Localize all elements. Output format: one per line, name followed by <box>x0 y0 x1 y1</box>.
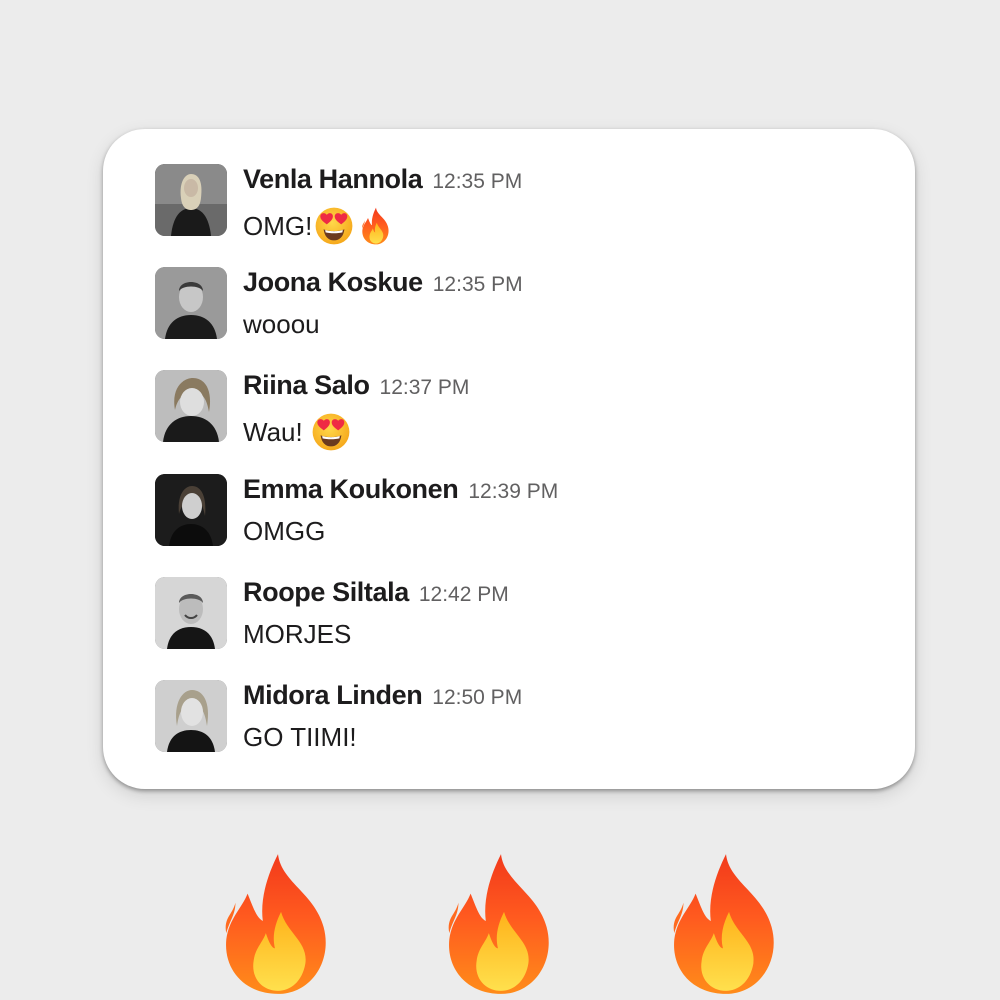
message-header: Emma Koukonen 12:39 PM <box>243 474 558 508</box>
timestamp[interactable]: 12:35 PM <box>432 170 522 193</box>
message-text: wooou <box>243 309 320 340</box>
fire-emoji-icon <box>356 206 396 246</box>
fire-icon <box>423 848 579 1000</box>
message-header: Riina Salo 12:37 PM <box>243 370 469 404</box>
message-body: MORJES <box>243 619 352 649</box>
sender-name[interactable]: Joona Koskue <box>243 267 423 297</box>
message-item: Emma Koukonen 12:39 PM OMGG <box>155 474 855 550</box>
sender-name[interactable]: Midora Linden <box>243 680 423 710</box>
message-body: GO TIIMI! <box>243 722 357 752</box>
timestamp[interactable]: 12:35 PM <box>433 273 523 296</box>
message-text: GO TIIMI! <box>243 722 357 753</box>
fire-decoration-row <box>0 848 1000 1000</box>
fire-icon <box>648 848 804 1000</box>
message-body: Wau! <box>243 416 303 447</box>
avatar[interactable] <box>155 474 227 546</box>
chat-card: Venla Hannola 12:35 PM OMG! Joona Koskue 1… <box>103 129 915 789</box>
message-body: OMGG <box>243 516 326 546</box>
message-text: OMG! <box>243 206 396 246</box>
message-item: Joona Koskue 12:35 PM wooou <box>155 267 855 343</box>
sender-name[interactable]: Emma Koukonen <box>243 474 459 504</box>
sender-name[interactable]: Riina Salo <box>243 370 370 400</box>
message-text: MORJES <box>243 619 351 650</box>
message-item: Roope Siltala 12:42 PM MORJES <box>155 577 855 653</box>
message-text: Wau! <box>243 412 351 452</box>
message-body: wooou <box>243 309 320 339</box>
message-text: OMGG <box>243 516 325 547</box>
avatar[interactable] <box>155 680 227 752</box>
avatar[interactable] <box>155 370 227 442</box>
message-body: OMG! <box>243 210 313 241</box>
message-item: Riina Salo 12:37 PM Wau! <box>155 370 855 446</box>
avatar[interactable] <box>155 267 227 339</box>
message-header: Joona Koskue 12:35 PM <box>243 267 523 301</box>
avatar[interactable] <box>155 577 227 649</box>
message-header: Venla Hannola 12:35 PM <box>243 164 522 198</box>
fire-icon <box>200 848 356 1000</box>
timestamp[interactable]: 12:37 PM <box>380 376 470 399</box>
timestamp[interactable]: 12:50 PM <box>432 686 522 709</box>
timestamp[interactable]: 12:39 PM <box>468 480 558 503</box>
sender-name[interactable]: Roope Siltala <box>243 577 409 607</box>
avatar[interactable] <box>155 164 227 236</box>
sender-name[interactable]: Venla Hannola <box>243 164 423 194</box>
message-item: Midora Linden 12:50 PM GO TIIMI! <box>155 680 855 756</box>
timestamp[interactable]: 12:42 PM <box>419 583 509 606</box>
heart-eyes-emoji-icon <box>314 206 354 246</box>
heart-eyes-emoji-icon <box>311 412 351 452</box>
message-header: Roope Siltala 12:42 PM <box>243 577 509 611</box>
message-header: Midora Linden 12:50 PM <box>243 680 522 714</box>
message-item: Venla Hannola 12:35 PM OMG! <box>155 164 855 240</box>
